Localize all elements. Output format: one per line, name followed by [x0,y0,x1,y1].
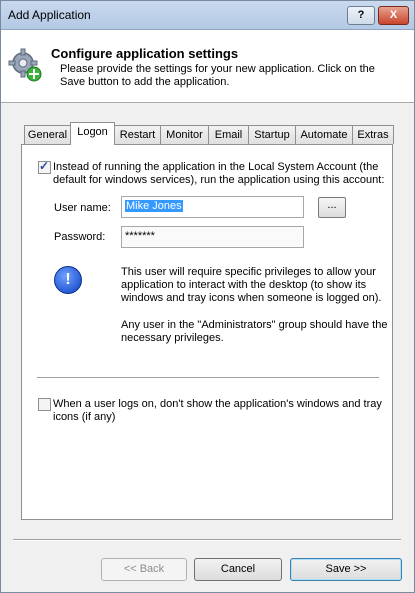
tab-automate[interactable]: Automate [295,125,353,144]
hide-windows-label-line1: When a user logs on, don't show the appl… [53,398,382,410]
hide-windows-label-line2: icons (if any) [53,411,116,423]
back-button[interactable]: << Back [101,558,187,581]
gear-add-icon [8,48,42,82]
window-title: Add Application [8,8,91,22]
info-text-line2: application to interact with the desktop… [121,279,367,291]
password-value: ******* [125,230,155,242]
run-as-checkbox[interactable]: ✓ [38,159,51,174]
logon-tab-panel: ✓ Instead of running the application in … [21,144,393,520]
admin-text-line2: necessary privileges. [121,332,224,344]
help-button[interactable]: ? [347,6,375,25]
admin-text-line1: Any user in the "Administrators" group s… [121,319,388,331]
footer-divider [13,539,401,541]
username-label: User name: [54,202,111,214]
add-application-dialog: Add Application ? X Configure applicatio… [0,0,415,593]
info-text-line1: This user will require specific privileg… [121,266,376,278]
header-title: Configure application settings [51,46,239,61]
browse-user-button[interactable]: ... [318,197,346,218]
info-icon: ! [54,266,82,294]
dialog-header: Configure application settings Please pr… [1,30,414,103]
username-field[interactable]: Mike Jones [121,196,304,218]
tab-monitor[interactable]: Monitor [160,125,209,144]
run-as-label-line2: default for windows services), run the a… [53,174,385,186]
panel-divider [37,377,379,379]
tab-email[interactable]: Email [208,125,249,144]
close-button[interactable]: X [378,6,409,25]
username-value: Mike Jones [125,200,183,212]
save-button[interactable]: Save >> [290,558,402,581]
checkmark-icon: ✓ [39,159,50,173]
info-text-line3: windows and tray icons when someone is l… [121,292,382,304]
cancel-button[interactable]: Cancel [194,558,282,581]
hide-windows-checkbox[interactable] [38,398,51,411]
run-as-label-line1: Instead of running the application in th… [53,161,379,173]
password-label: Password: [54,231,106,243]
tab-logon[interactable]: Logon [70,122,115,145]
tab-extras[interactable]: Extras [352,125,394,144]
tab-restart[interactable]: Restart [114,125,161,144]
tab-startup[interactable]: Startup [248,125,296,144]
title-bar: Add Application ? X [1,1,414,30]
header-description: Please provide the settings for your new… [60,63,375,88]
tab-general[interactable]: General [24,125,71,144]
password-field[interactable]: ******* [121,226,304,248]
